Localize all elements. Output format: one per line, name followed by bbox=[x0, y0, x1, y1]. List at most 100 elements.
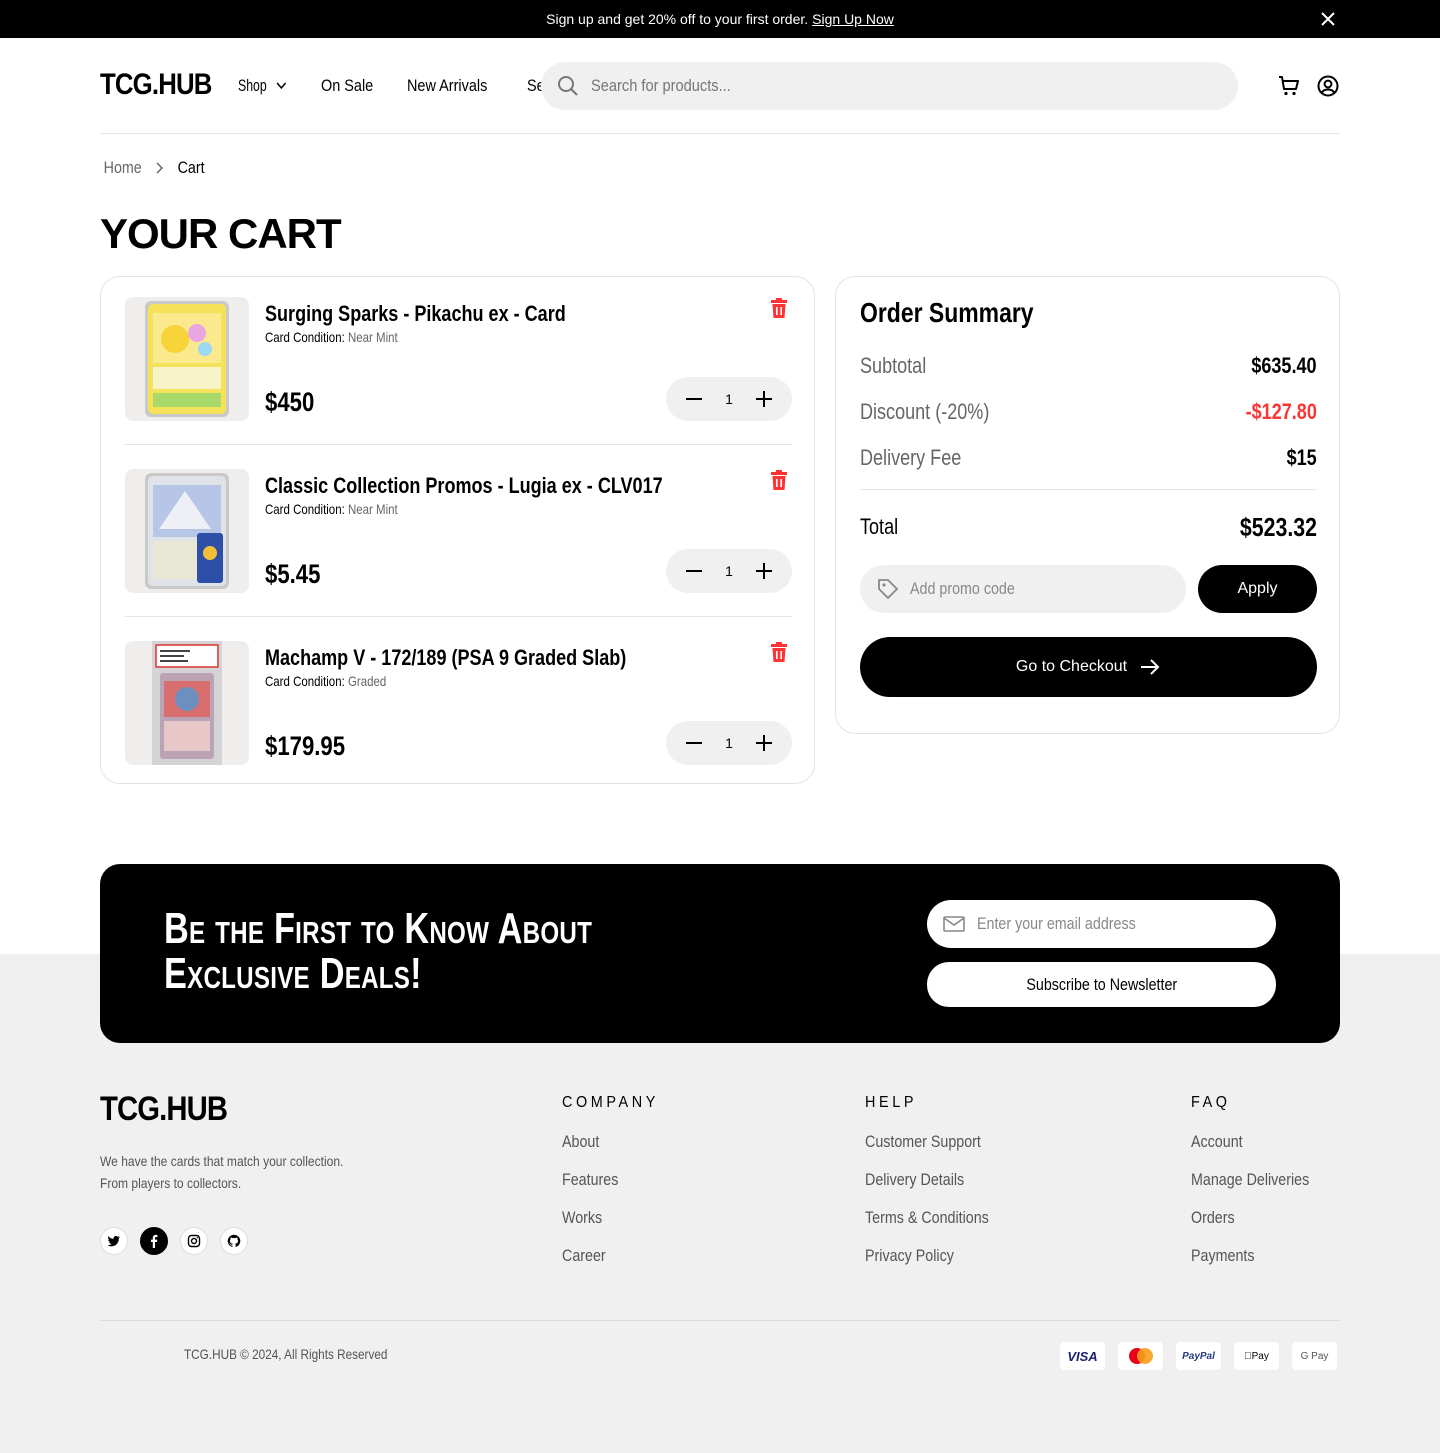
mail-icon bbox=[943, 916, 965, 932]
email-input[interactable]: Enter your email address bbox=[927, 900, 1276, 948]
footer-link[interactable]: Terms & Conditions bbox=[865, 1208, 989, 1230]
header-divider bbox=[100, 133, 1340, 134]
site-logo[interactable]: TCG.HUB bbox=[100, 68, 212, 102]
footer-col-company: COMPANY About Features Works Career bbox=[562, 1094, 670, 1268]
order-summary: Order Summary Subtotal $635.40 Discount … bbox=[835, 276, 1340, 734]
item-condition: Card Condition: Near Mint bbox=[265, 329, 398, 345]
item-condition: Card Condition: Graded bbox=[265, 673, 387, 689]
nav-shop[interactable]: Shop bbox=[238, 76, 287, 96]
search-bar bbox=[541, 62, 1238, 110]
quantity-value: 1 bbox=[725, 391, 733, 407]
item-name[interactable]: Classic Collection Promos - Lugia ex - C… bbox=[265, 473, 663, 499]
footer-link[interactable]: Features bbox=[562, 1170, 652, 1192]
trash-icon[interactable] bbox=[768, 469, 790, 491]
minus-icon[interactable] bbox=[684, 389, 704, 409]
page-title: YOUR CART bbox=[100, 210, 342, 257]
product-image[interactable] bbox=[125, 297, 249, 421]
subscribe-button[interactable]: Subscribe to Newsletter bbox=[927, 962, 1276, 1007]
cart-item: Classic Collection Promos - Lugia ex - C… bbox=[125, 469, 792, 593]
mastercard-icon bbox=[1117, 1341, 1164, 1371]
breadcrumb-home[interactable]: Home bbox=[104, 158, 142, 178]
account-icon[interactable] bbox=[1317, 75, 1339, 97]
footer-divider bbox=[100, 1320, 1340, 1321]
sign-up-link[interactable]: Sign Up Now bbox=[812, 11, 894, 27]
quantity-stepper: 1 bbox=[666, 377, 792, 421]
discount-row: Discount (-20%) -$127.80 bbox=[860, 399, 1317, 424]
machamp-slab-image bbox=[152, 641, 222, 765]
visa-icon: VISA bbox=[1059, 1341, 1106, 1371]
item-price: $450 bbox=[265, 387, 315, 417]
copyright: TCG.HUB © 2024, All Rights Reserved bbox=[184, 1346, 388, 1362]
search-icon bbox=[558, 76, 578, 96]
newsletter-title: Be the First to Know About Exclusive Dea… bbox=[164, 904, 593, 998]
item-condition: Card Condition: Near Mint bbox=[265, 501, 398, 517]
promo-text: Sign up and get 20% off to your first or… bbox=[546, 11, 809, 27]
social-links bbox=[100, 1227, 248, 1255]
minus-icon[interactable] bbox=[684, 733, 704, 753]
product-image[interactable] bbox=[125, 469, 249, 593]
tag-icon bbox=[878, 579, 898, 599]
lugia-card-image bbox=[145, 473, 229, 589]
plus-icon[interactable] bbox=[754, 389, 774, 409]
facebook-icon[interactable] bbox=[140, 1227, 168, 1255]
footer-link[interactable]: Delivery Details bbox=[865, 1170, 989, 1192]
nav-on-sale[interactable]: On Sale bbox=[321, 76, 373, 96]
apply-button[interactable]: Apply bbox=[1198, 565, 1317, 613]
footer-link[interactable]: Account bbox=[1191, 1132, 1309, 1154]
delivery-row: Delivery Fee $15 bbox=[860, 445, 1317, 470]
newsletter-banner: Be the First to Know About Exclusive Dea… bbox=[100, 864, 1340, 1043]
summary-divider bbox=[860, 489, 1317, 490]
plus-icon[interactable] bbox=[754, 561, 774, 581]
twitter-icon[interactable] bbox=[100, 1227, 128, 1255]
breadcrumb: Home Cart bbox=[100, 158, 207, 178]
plus-icon[interactable] bbox=[754, 733, 774, 753]
instagram-icon[interactable] bbox=[180, 1227, 208, 1255]
footer-link[interactable]: Customer Support bbox=[865, 1132, 989, 1154]
arrow-right-icon bbox=[1141, 659, 1160, 675]
item-divider bbox=[125, 444, 792, 445]
google-pay-icon: G Pay bbox=[1291, 1341, 1338, 1371]
apple-pay-icon: Pay bbox=[1233, 1341, 1280, 1371]
subtotal-row: Subtotal $635.40 bbox=[860, 353, 1317, 378]
summary-title: Order Summary bbox=[860, 297, 1034, 328]
main-nav: Shop On Sale New Arrivals Sets bbox=[238, 76, 561, 96]
product-image[interactable] bbox=[125, 641, 249, 765]
footer-link[interactable]: Career bbox=[562, 1246, 652, 1268]
close-icon[interactable] bbox=[1318, 9, 1338, 29]
footer-link[interactable]: Privacy Policy bbox=[865, 1246, 989, 1268]
quantity-stepper: 1 bbox=[666, 549, 792, 593]
promo-code-input[interactable]: Add promo code bbox=[860, 565, 1186, 613]
item-price: $5.45 bbox=[265, 559, 321, 589]
footer-link[interactable]: About bbox=[562, 1132, 652, 1154]
minus-icon[interactable] bbox=[684, 561, 704, 581]
payment-methods: VISA PayPal Pay G Pay bbox=[1059, 1341, 1338, 1371]
item-name[interactable]: Surging Sparks - Pikachu ex - Card bbox=[265, 301, 566, 327]
total-row: Total $523.32 bbox=[860, 511, 1317, 542]
search-input[interactable] bbox=[591, 76, 1107, 96]
checkout-button[interactable]: Go to Checkout bbox=[860, 637, 1317, 697]
github-icon[interactable] bbox=[220, 1227, 248, 1255]
quantity-value: 1 bbox=[725, 563, 733, 579]
footer-link[interactable]: Works bbox=[562, 1208, 652, 1230]
paypal-icon: PayPal bbox=[1175, 1341, 1222, 1371]
footer-logo[interactable]: TCG.HUB bbox=[100, 1090, 228, 1129]
cart-icon[interactable] bbox=[1278, 75, 1300, 97]
cart-item: Machamp V - 172/189 (PSA 9 Graded Slab) … bbox=[125, 641, 792, 765]
quantity-value: 1 bbox=[725, 735, 733, 751]
footer-link[interactable]: Orders bbox=[1191, 1208, 1309, 1230]
footer-col-faq: FAQ Account Manage Deliveries Orders Pay… bbox=[1191, 1094, 1332, 1268]
quantity-stepper: 1 bbox=[666, 721, 792, 765]
nav-new-arrivals[interactable]: New Arrivals bbox=[407, 76, 487, 96]
breadcrumb-current: Cart bbox=[177, 158, 205, 177]
pikachu-card-image bbox=[145, 301, 229, 417]
cart-list: Surging Sparks - Pikachu ex - Card Card … bbox=[100, 276, 815, 784]
trash-icon[interactable] bbox=[768, 641, 790, 663]
cart-item: Surging Sparks - Pikachu ex - Card Card … bbox=[125, 297, 792, 421]
chevron-right-icon bbox=[156, 162, 164, 174]
item-price: $179.95 bbox=[265, 731, 346, 761]
promo-bar: Sign up and get 20% off to your first or… bbox=[0, 0, 1440, 38]
trash-icon[interactable] bbox=[768, 297, 790, 319]
footer-link[interactable]: Manage Deliveries bbox=[1191, 1170, 1309, 1192]
footer-link[interactable]: Payments bbox=[1191, 1246, 1309, 1268]
item-name[interactable]: Machamp V - 172/189 (PSA 9 Graded Slab) bbox=[265, 645, 626, 671]
